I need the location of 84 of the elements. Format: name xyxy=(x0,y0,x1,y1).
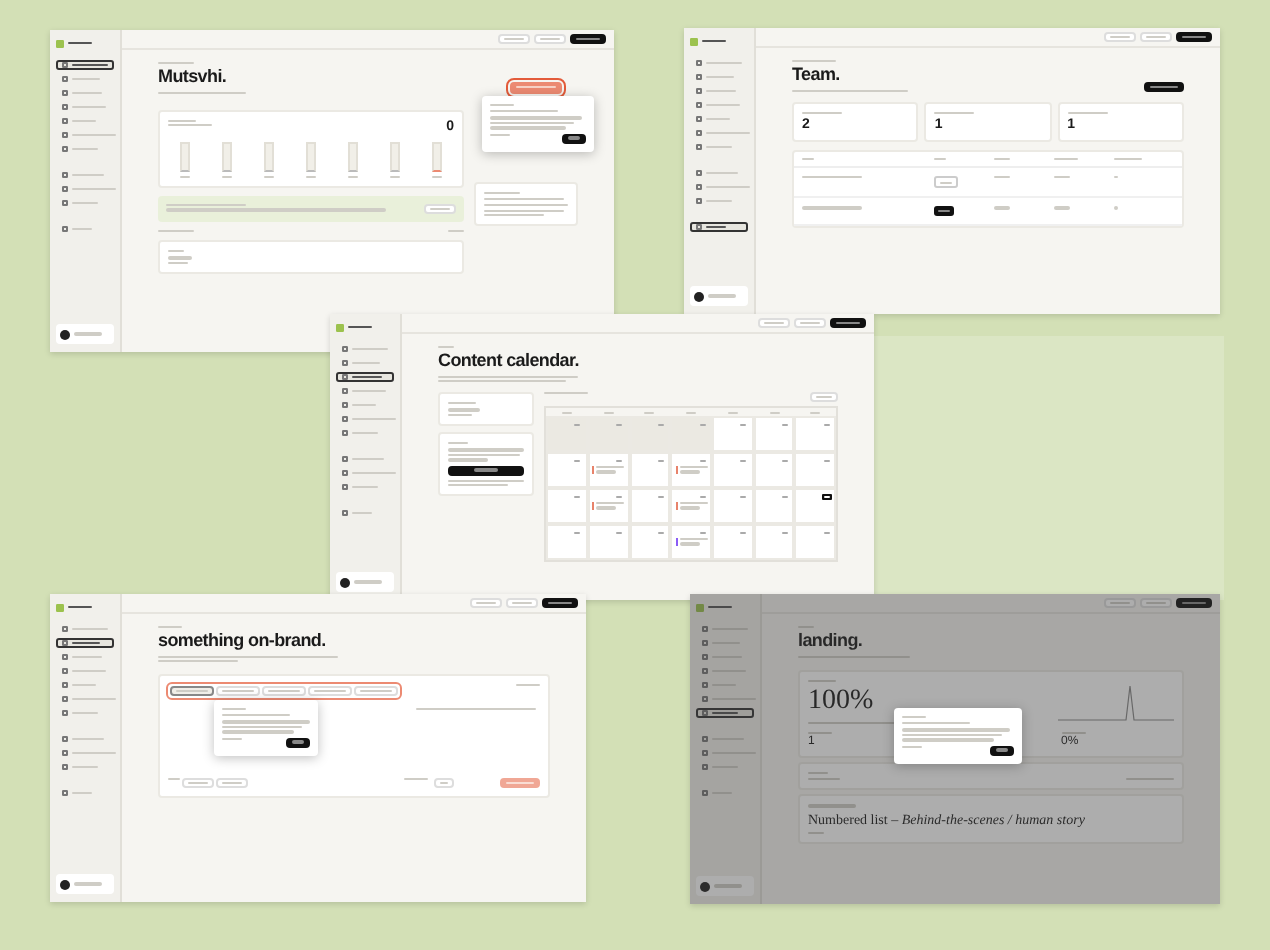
new-post-button[interactable] xyxy=(542,598,578,608)
format-option[interactable] xyxy=(216,778,248,789)
logo-icon xyxy=(696,602,736,612)
search-button[interactable] xyxy=(1104,32,1136,42)
account-card[interactable] xyxy=(696,876,754,896)
day-cell[interactable] xyxy=(587,524,630,561)
day-cell[interactable] xyxy=(794,416,836,453)
today-button[interactable] xyxy=(810,392,838,403)
account-card[interactable] xyxy=(690,286,748,306)
logo-icon xyxy=(336,322,376,332)
card-title xyxy=(168,119,212,127)
invite-button[interactable] xyxy=(1144,81,1184,92)
page-subtitle xyxy=(438,375,578,383)
account-card[interactable] xyxy=(336,572,394,592)
card-text xyxy=(484,204,568,217)
calendar-event[interactable] xyxy=(592,502,625,510)
format-option[interactable] xyxy=(182,778,214,789)
popover-text xyxy=(490,116,582,130)
day-cell[interactable] xyxy=(712,416,754,453)
sidebar-item[interactable] xyxy=(56,60,114,70)
day-cell[interactable] xyxy=(670,488,713,525)
search-button[interactable] xyxy=(758,318,790,328)
variant-count[interactable] xyxy=(434,778,454,789)
calendar-event[interactable] xyxy=(675,538,708,546)
draft-title xyxy=(168,256,192,265)
calendar-event[interactable] xyxy=(675,502,708,510)
logo-icon xyxy=(56,602,96,612)
day-cell[interactable] xyxy=(546,524,588,561)
page-title: something on-brand. xyxy=(158,632,328,652)
day-cell[interactable] xyxy=(753,416,795,453)
account-card[interactable] xyxy=(56,324,114,344)
day-cell[interactable] xyxy=(546,452,588,489)
day-cell[interactable] xyxy=(794,452,836,489)
day-cell[interactable] xyxy=(712,524,754,561)
popover-text xyxy=(222,720,310,734)
logo-icon xyxy=(56,38,96,48)
card-text xyxy=(448,479,524,487)
next-button[interactable] xyxy=(562,133,586,144)
day-cell[interactable] xyxy=(670,416,713,453)
page-title: Mutsvhi. xyxy=(158,68,229,88)
platform-tab[interactable] xyxy=(170,686,214,697)
day-cell[interactable] xyxy=(670,452,713,489)
day-cell[interactable] xyxy=(546,416,588,453)
day-cell[interactable] xyxy=(587,452,630,489)
account-card[interactable] xyxy=(56,874,114,894)
popover-text xyxy=(902,728,1010,742)
start-session-button[interactable] xyxy=(510,81,562,94)
new-post-button[interactable] xyxy=(830,318,866,328)
day-cell[interactable] xyxy=(670,524,713,561)
day-cell[interactable] xyxy=(629,488,671,525)
next-button[interactable] xyxy=(286,737,310,748)
day-cell[interactable] xyxy=(546,488,588,525)
sidebar-item[interactable] xyxy=(56,638,114,648)
day-cell[interactable] xyxy=(629,452,671,489)
logo-icon xyxy=(690,36,730,46)
card-text xyxy=(448,448,524,461)
search-button[interactable] xyxy=(498,34,530,44)
approval-rate: 100% xyxy=(808,686,874,718)
setup-button[interactable] xyxy=(424,204,456,214)
sidebar-item[interactable] xyxy=(336,372,394,382)
new-post-button[interactable] xyxy=(1176,598,1212,608)
new-post-button[interactable] xyxy=(570,34,606,44)
page-title: landing. xyxy=(798,632,865,652)
day-cell[interactable] xyxy=(587,488,630,525)
sidebar-item[interactable] xyxy=(696,708,754,718)
day-cell[interactable] xyxy=(629,524,671,561)
day-cell[interactable] xyxy=(794,488,836,525)
next-button[interactable] xyxy=(990,745,1014,756)
day-cell[interactable] xyxy=(753,524,795,561)
day-cell[interactable] xyxy=(712,488,754,525)
day-cell[interactable] xyxy=(794,524,836,561)
calendar-event[interactable] xyxy=(675,466,708,474)
search-button[interactable] xyxy=(1104,598,1136,608)
day-cell[interactable] xyxy=(753,452,795,489)
unscheduled-item xyxy=(448,408,480,417)
sidebar-item[interactable] xyxy=(690,222,748,232)
day-cell[interactable] xyxy=(712,452,754,489)
search-button[interactable] xyxy=(470,598,502,608)
day-cell[interactable] xyxy=(753,488,795,525)
generate-button[interactable] xyxy=(448,465,524,475)
page-title: Content calendar. xyxy=(438,352,581,372)
calendar-event[interactable] xyxy=(592,466,625,474)
new-post-button[interactable] xyxy=(1176,32,1212,42)
page-title: Team. xyxy=(792,66,842,86)
